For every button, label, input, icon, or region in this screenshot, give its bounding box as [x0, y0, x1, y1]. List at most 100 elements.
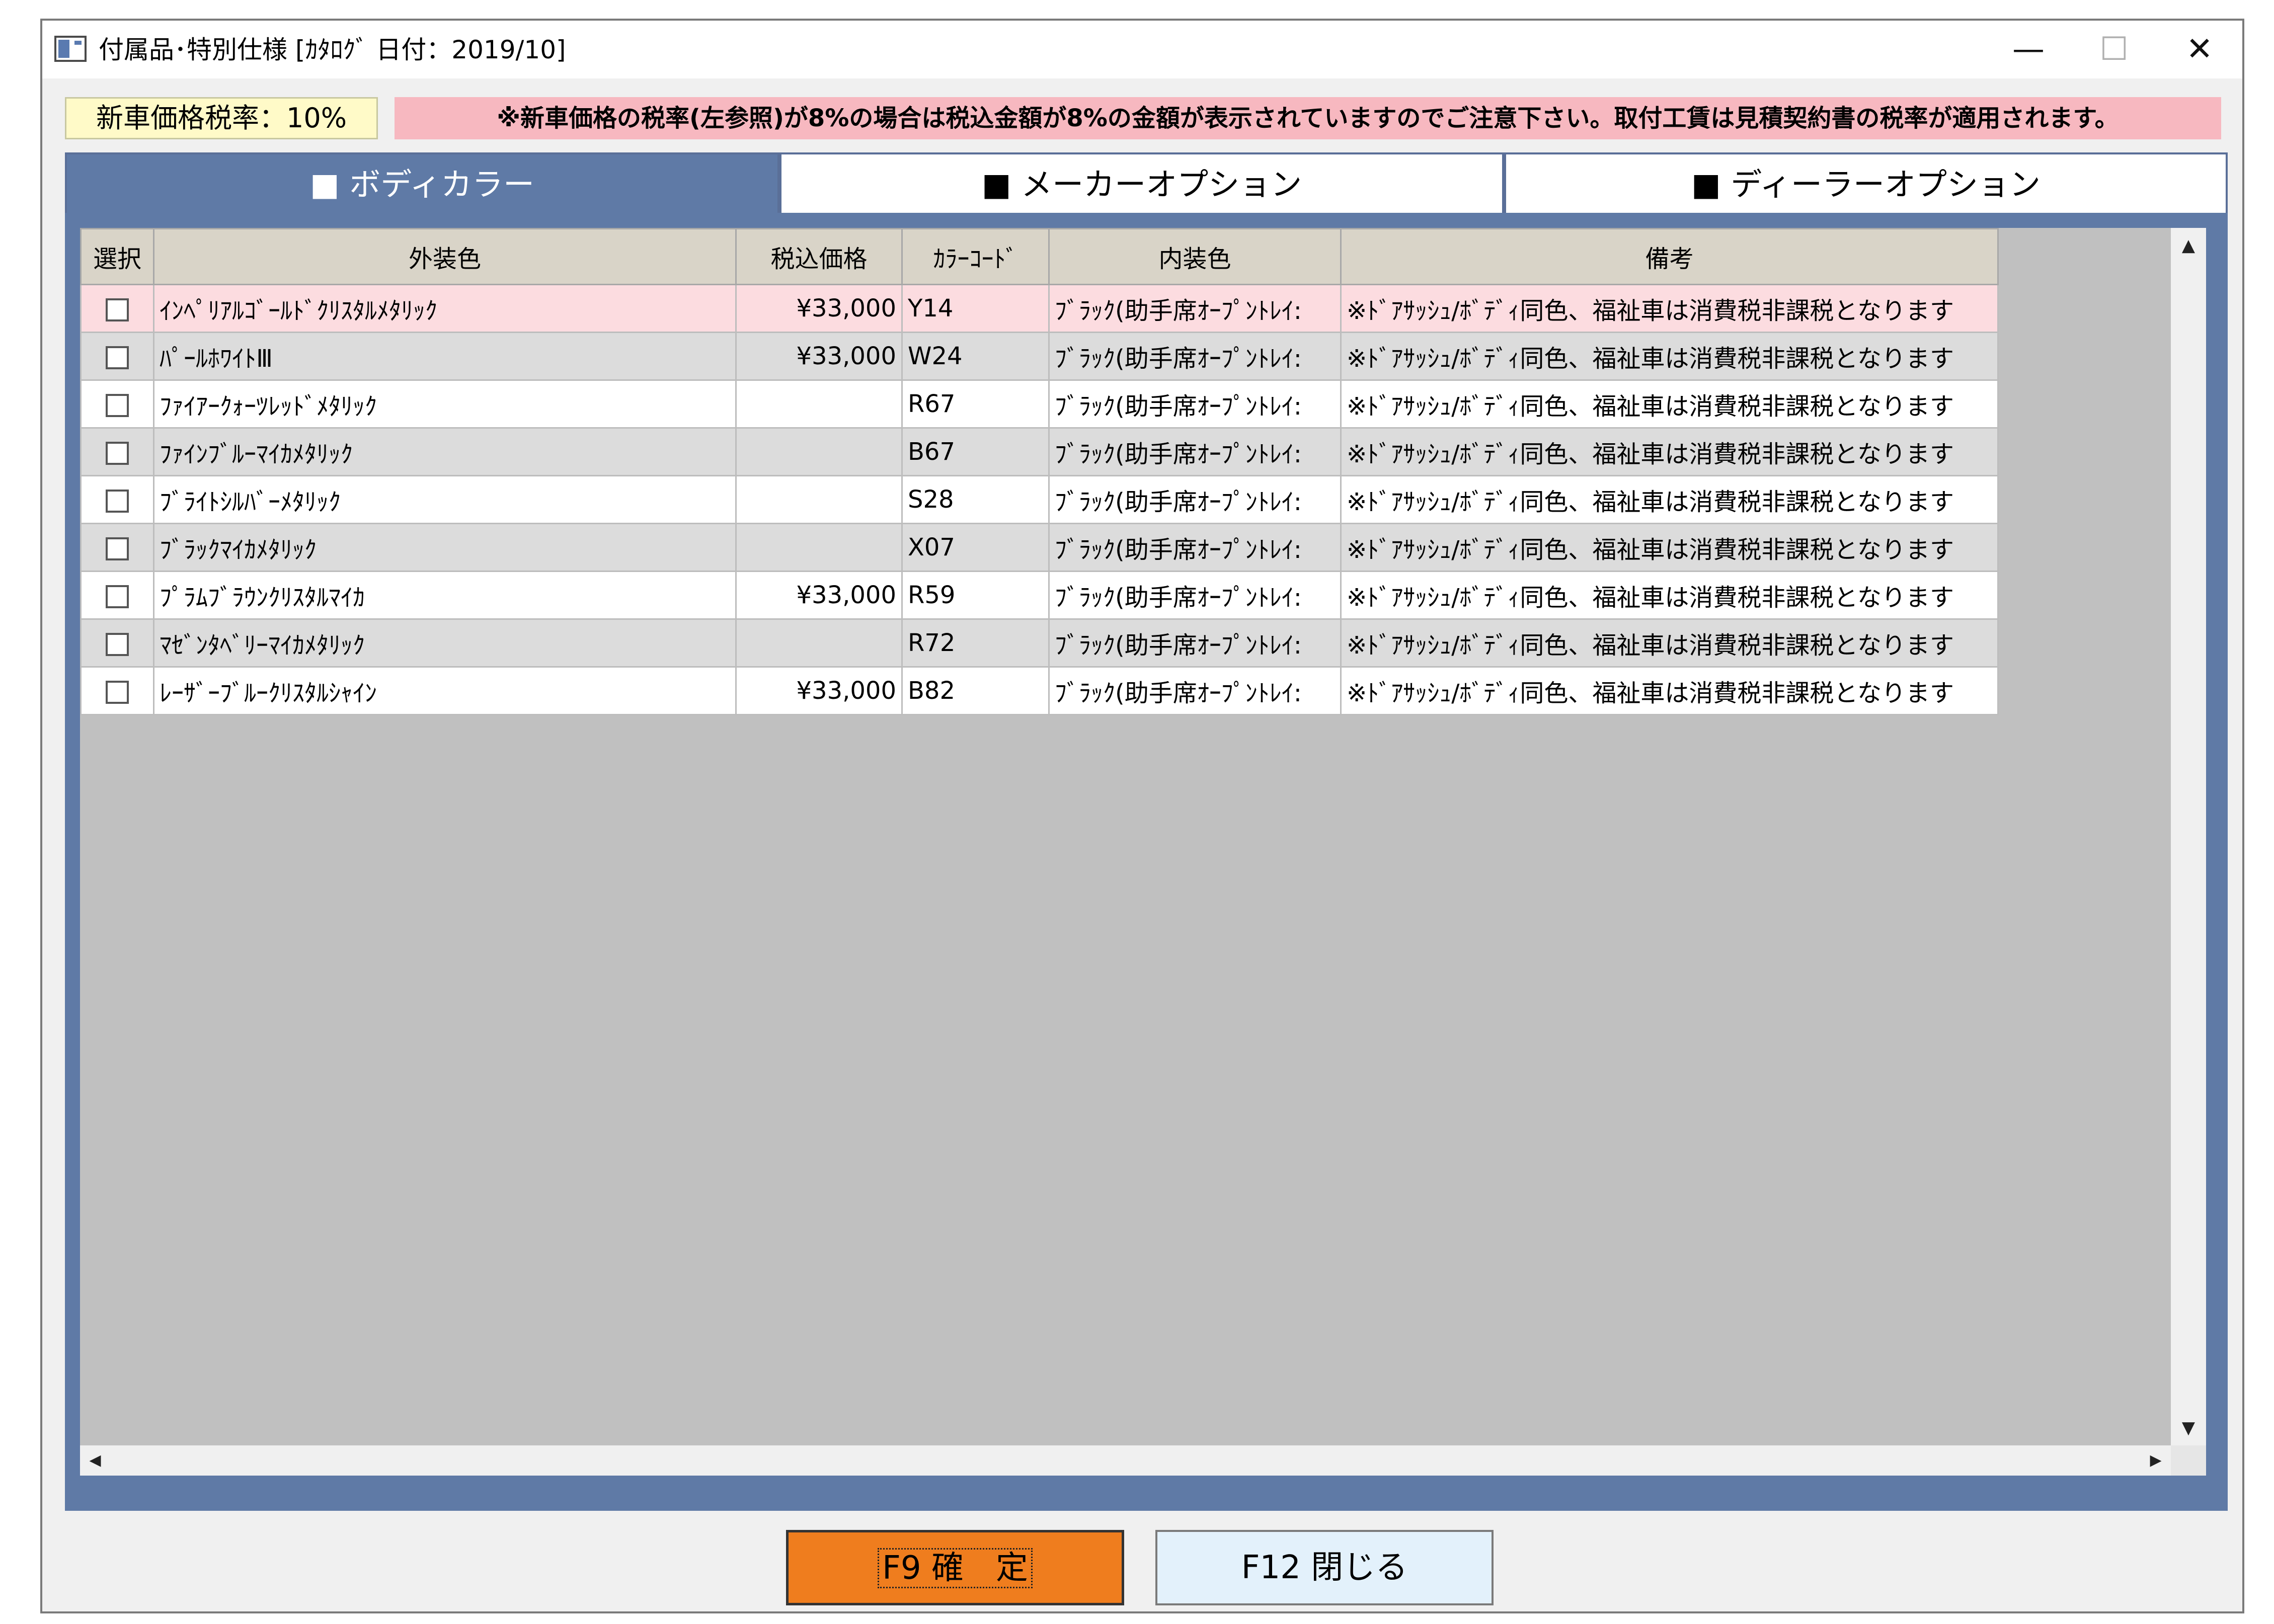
select-cell[interactable] — [80, 427, 154, 476]
note-cell[interactable]: ※ﾄﾞｱｻｯｼｭ/ﾎﾞﾃﾞｨ同色、福祉車は消費税非課税となります — [1340, 284, 1999, 333]
horizontal-scrollbar[interactable]: ◀ ▶ — [80, 1445, 2171, 1476]
table-row[interactable]: ﾌｧｲﾝﾌﾞﾙｰﾏｲｶﾒﾀﾘｯｸ B67 ﾌﾞﾗｯｸ(助手席ｵｰﾌﾟﾝﾄﾚｲ: … — [80, 427, 1999, 476]
select-checkbox[interactable] — [106, 633, 129, 656]
interior-color-cell[interactable]: ﾌﾞﾗｯｸ(助手席ｵｰﾌﾟﾝﾄﾚｲ: — [1048, 571, 1342, 620]
tab-dealer-option[interactable]: ■ ディーラーオプション — [1504, 152, 2228, 213]
confirm-button[interactable]: F9 確 定 — [786, 1530, 1124, 1605]
scroll-right-icon[interactable]: ▶ — [2141, 1445, 2171, 1476]
price-cell[interactable]: ¥33,000 — [735, 571, 903, 620]
column-header-interior[interactable]: 内装色 — [1048, 228, 1342, 285]
exterior-color-cell[interactable]: ﾊﾟｰﾙﾎﾜｲﾄⅢ — [153, 332, 737, 381]
note-cell[interactable]: ※ﾄﾞｱｻｯｼｭ/ﾎﾞﾃﾞｨ同色、福祉車は消費税非課税となります — [1340, 666, 1999, 715]
color-code-cell[interactable]: Y14 — [901, 284, 1050, 333]
color-grid: 選択 外装色 税込価格 ｶﾗｰｺｰﾄﾞ 内装色 備考 ｲﾝﾍﾟﾘｱﾙｺﾞｰﾙﾄﾞ… — [80, 228, 2206, 1476]
exterior-color-cell[interactable]: ﾏｾﾞﾝﾀﾍﾞﾘｰﾏｲｶﾒﾀﾘｯｸ — [153, 618, 737, 668]
color-code-cell[interactable]: R67 — [901, 379, 1050, 429]
column-header-note[interactable]: 備考 — [1340, 228, 1999, 285]
select-cell[interactable] — [80, 666, 154, 715]
column-header-exterior[interactable]: 外装色 — [153, 228, 737, 285]
select-checkbox[interactable] — [106, 537, 129, 560]
select-cell[interactable] — [80, 284, 154, 333]
exterior-color-cell[interactable]: ﾚｰｻﾞｰﾌﾞﾙｰｸﾘｽﾀﾙｼｬｲﾝ — [153, 666, 737, 715]
select-checkbox[interactable] — [106, 681, 129, 704]
tab-panel: 選択 外装色 税込価格 ｶﾗｰｺｰﾄﾞ 内装色 備考 ｲﾝﾍﾟﾘｱﾙｺﾞｰﾙﾄﾞ… — [65, 213, 2228, 1511]
price-cell[interactable] — [735, 475, 903, 524]
note-cell[interactable]: ※ﾄﾞｱｻｯｼｭ/ﾎﾞﾃﾞｨ同色、福祉車は消費税非課税となります — [1340, 618, 1999, 668]
close-icon[interactable]: ✕ — [2157, 21, 2242, 78]
scroll-up-icon[interactable]: ▲ — [2171, 228, 2206, 263]
tab-body-color[interactable]: ■ ボディカラー — [65, 152, 779, 213]
table-row[interactable]: ﾌﾞﾗｲﾄｼﾙﾊﾞｰﾒﾀﾘｯｸ S28 ﾌﾞﾗｯｸ(助手席ｵｰﾌﾟﾝﾄﾚｲ: ※… — [80, 475, 1999, 524]
select-cell[interactable] — [80, 523, 154, 572]
scroll-left-icon[interactable]: ◀ — [80, 1445, 110, 1476]
select-checkbox[interactable] — [106, 394, 129, 417]
note-cell[interactable]: ※ﾄﾞｱｻｯｼｭ/ﾎﾞﾃﾞｨ同色、福祉車は消費税非課税となります — [1340, 379, 1999, 429]
select-cell[interactable] — [80, 475, 154, 524]
tab-maker-option[interactable]: ■ メーカーオプション — [779, 152, 1504, 213]
color-table: 選択 外装色 税込価格 ｶﾗｰｺｰﾄﾞ 内装色 備考 ｲﾝﾍﾟﾘｱﾙｺﾞｰﾙﾄﾞ… — [80, 228, 1999, 715]
color-code-cell[interactable]: B82 — [901, 666, 1050, 715]
interior-color-cell[interactable]: ﾌﾞﾗｯｸ(助手席ｵｰﾌﾟﾝﾄﾚｲ: — [1048, 475, 1342, 524]
exterior-color-cell[interactable]: ｲﾝﾍﾟﾘｱﾙｺﾞｰﾙﾄﾞｸﾘｽﾀﾙﾒﾀﾘｯｸ — [153, 284, 737, 333]
interior-color-cell[interactable]: ﾌﾞﾗｯｸ(助手席ｵｰﾌﾟﾝﾄﾚｲ: — [1048, 332, 1342, 381]
column-header-price[interactable]: 税込価格 — [735, 228, 903, 285]
table-row[interactable]: ﾌﾟﾗﾑﾌﾞﾗｳﾝｸﾘｽﾀﾙﾏｲｶ ¥33,000 R59 ﾌﾞﾗｯｸ(助手席ｵ… — [80, 571, 1999, 620]
price-cell[interactable]: ¥33,000 — [735, 666, 903, 715]
scroll-down-icon[interactable]: ▼ — [2171, 1410, 2206, 1445]
color-code-cell[interactable]: W24 — [901, 332, 1050, 381]
select-cell[interactable] — [80, 332, 154, 381]
price-cell[interactable]: ¥33,000 — [735, 332, 903, 381]
interior-color-cell[interactable]: ﾌﾞﾗｯｸ(助手席ｵｰﾌﾟﾝﾄﾚｲ: — [1048, 427, 1342, 476]
interior-color-cell[interactable]: ﾌﾞﾗｯｸ(助手席ｵｰﾌﾟﾝﾄﾚｲ: — [1048, 284, 1342, 333]
note-cell[interactable]: ※ﾄﾞｱｻｯｼｭ/ﾎﾞﾃﾞｨ同色、福祉車は消費税非課税となります — [1340, 571, 1999, 620]
select-cell[interactable] — [80, 379, 154, 429]
price-cell[interactable] — [735, 523, 903, 572]
select-checkbox[interactable] — [106, 442, 129, 465]
price-cell[interactable] — [735, 427, 903, 476]
note-cell[interactable]: ※ﾄﾞｱｻｯｼｭ/ﾎﾞﾃﾞｨ同色、福祉車は消費税非課税となります — [1340, 332, 1999, 381]
color-code-cell[interactable]: R59 — [901, 571, 1050, 620]
column-header-select[interactable]: 選択 — [80, 228, 154, 285]
table-row[interactable]: ﾏｾﾞﾝﾀﾍﾞﾘｰﾏｲｶﾒﾀﾘｯｸ R72 ﾌﾞﾗｯｸ(助手席ｵｰﾌﾟﾝﾄﾚｲ:… — [80, 618, 1999, 668]
table-row[interactable]: ﾊﾟｰﾙﾎﾜｲﾄⅢ ¥33,000 W24 ﾌﾞﾗｯｸ(助手席ｵｰﾌﾟﾝﾄﾚｲ:… — [80, 332, 1999, 381]
table-row[interactable]: ﾌﾞﾗｯｸﾏｲｶﾒﾀﾘｯｸ X07 ﾌﾞﾗｯｸ(助手席ｵｰﾌﾟﾝﾄﾚｲ: ※ﾄﾞ… — [80, 523, 1999, 572]
color-code-cell[interactable]: X07 — [901, 523, 1050, 572]
select-cell[interactable] — [80, 571, 154, 620]
confirm-button-label: F9 確 定 — [878, 1548, 1033, 1588]
color-code-cell[interactable]: R72 — [901, 618, 1050, 668]
note-cell[interactable]: ※ﾄﾞｱｻｯｼｭ/ﾎﾞﾃﾞｨ同色、福祉車は消費税非課税となります — [1340, 475, 1999, 524]
price-cell[interactable] — [735, 618, 903, 668]
interior-color-cell[interactable]: ﾌﾞﾗｯｸ(助手席ｵｰﾌﾟﾝﾄﾚｲ: — [1048, 523, 1342, 572]
exterior-color-cell[interactable]: ﾌｧｲﾝﾌﾞﾙｰﾏｲｶﾒﾀﾘｯｸ — [153, 427, 737, 476]
color-code-cell[interactable]: S28 — [901, 475, 1050, 524]
color-code-cell[interactable]: B67 — [901, 427, 1050, 476]
table-row[interactable]: ｲﾝﾍﾟﾘｱﾙｺﾞｰﾙﾄﾞｸﾘｽﾀﾙﾒﾀﾘｯｸ ¥33,000 Y14 ﾌﾞﾗｯ… — [80, 284, 1999, 333]
close-button[interactable]: F12 閉じる — [1155, 1530, 1494, 1605]
interior-color-cell[interactable]: ﾌﾞﾗｯｸ(助手席ｵｰﾌﾟﾝﾄﾚｲ: — [1048, 666, 1342, 715]
exterior-color-cell[interactable]: ﾌﾞﾗｯｸﾏｲｶﾒﾀﾘｯｸ — [153, 523, 737, 572]
minimize-icon[interactable]: — — [1986, 21, 2071, 78]
note-cell[interactable]: ※ﾄﾞｱｻｯｼｭ/ﾎﾞﾃﾞｨ同色、福祉車は消費税非課税となります — [1340, 427, 1999, 476]
price-cell[interactable] — [735, 379, 903, 429]
app-window-icon — [54, 36, 87, 62]
select-checkbox[interactable] — [106, 298, 129, 321]
table-row[interactable]: ﾚｰｻﾞｰﾌﾞﾙｰｸﾘｽﾀﾙｼｬｲﾝ ¥33,000 B82 ﾌﾞﾗｯｸ(助手席… — [80, 666, 1999, 715]
table-row[interactable]: ﾌｧｲｱｰｸｫｰﾂﾚｯﾄﾞﾒﾀﾘｯｸ R67 ﾌﾞﾗｯｸ(助手席ｵｰﾌﾟﾝﾄﾚｲ… — [80, 379, 1999, 429]
interior-color-cell[interactable]: ﾌﾞﾗｯｸ(助手席ｵｰﾌﾟﾝﾄﾚｲ: — [1048, 379, 1342, 429]
maximize-icon[interactable]: ☐ — [2071, 21, 2157, 78]
exterior-color-cell[interactable]: ﾌﾟﾗﾑﾌﾞﾗｳﾝｸﾘｽﾀﾙﾏｲｶ — [153, 571, 737, 620]
price-cell[interactable]: ¥33,000 — [735, 284, 903, 333]
select-checkbox[interactable] — [106, 346, 129, 369]
tax-rate-label: 新車価格税率：10% — [65, 97, 378, 139]
interior-color-cell[interactable]: ﾌﾞﾗｯｸ(助手席ｵｰﾌﾟﾝﾄﾚｲ: — [1048, 618, 1342, 668]
vertical-scrollbar[interactable]: ▲ ▼ — [2171, 228, 2206, 1445]
select-cell[interactable] — [80, 618, 154, 668]
scrollbar-corner — [2171, 1445, 2206, 1476]
window-title: 付属品･特別仕様 [ｶﾀﾛｸﾞ 日付：2019/10] — [99, 35, 566, 64]
exterior-color-cell[interactable]: ﾌｧｲｱｰｸｫｰﾂﾚｯﾄﾞﾒﾀﾘｯｸ — [153, 379, 737, 429]
select-checkbox[interactable] — [106, 585, 129, 608]
note-cell[interactable]: ※ﾄﾞｱｻｯｼｭ/ﾎﾞﾃﾞｨ同色、福祉車は消費税非課税となります — [1340, 523, 1999, 572]
exterior-color-cell[interactable]: ﾌﾞﾗｲﾄｼﾙﾊﾞｰﾒﾀﾘｯｸ — [153, 475, 737, 524]
column-header-color-code[interactable]: ｶﾗｰｺｰﾄﾞ — [901, 228, 1050, 285]
select-checkbox[interactable] — [106, 490, 129, 513]
